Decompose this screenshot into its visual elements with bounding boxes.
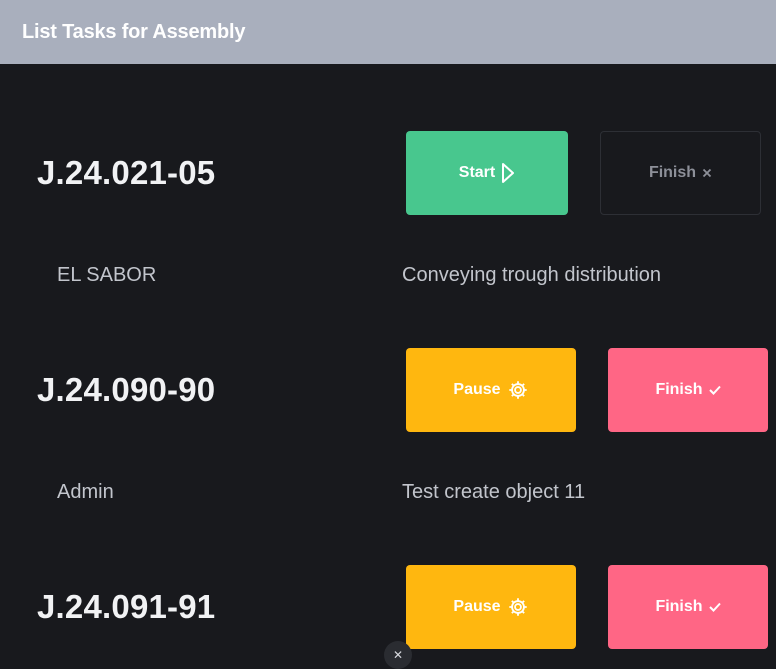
close-floating-button[interactable]: ✕ [384, 641, 412, 669]
task-code: J.24.091-91 [37, 588, 216, 625]
pause-button-label: Pause [453, 598, 501, 615]
close-icon: ✕ [392, 648, 404, 662]
task-description: Conveying trough distribution [402, 264, 662, 286]
task-description: Test create object 11 [402, 481, 586, 503]
pause-button[interactable]: Pause [406, 348, 576, 432]
pause-button[interactable]: Pause [406, 565, 576, 649]
check-icon [708, 385, 721, 395]
page-title: List Tasks for Assembly [22, 20, 246, 43]
finish-button[interactable]: Finish [608, 348, 768, 432]
finish-button[interactable]: Finish [608, 565, 768, 649]
start-button-label: Start [458, 164, 496, 181]
check-icon [708, 602, 721, 612]
finish-button-label: Finish [655, 381, 703, 398]
task-customer: Admin [57, 481, 114, 503]
page-header: List Tasks for Assembly [0, 0, 776, 64]
finish-button[interactable]: Finish [600, 131, 761, 215]
task-code: J.24.021-05 [37, 154, 216, 191]
finish-button-label: Finish [655, 598, 703, 615]
start-button[interactable]: Start [406, 131, 568, 215]
task-code: J.24.090-90 [37, 371, 216, 408]
pause-button-label: Pause [453, 381, 501, 398]
play-icon [501, 162, 515, 184]
task-customer: EL SABOR [57, 264, 157, 286]
finish-button-label: Finish [648, 164, 697, 181]
gear-icon [507, 379, 529, 401]
close-icon [702, 168, 712, 178]
gear-icon [507, 596, 529, 618]
